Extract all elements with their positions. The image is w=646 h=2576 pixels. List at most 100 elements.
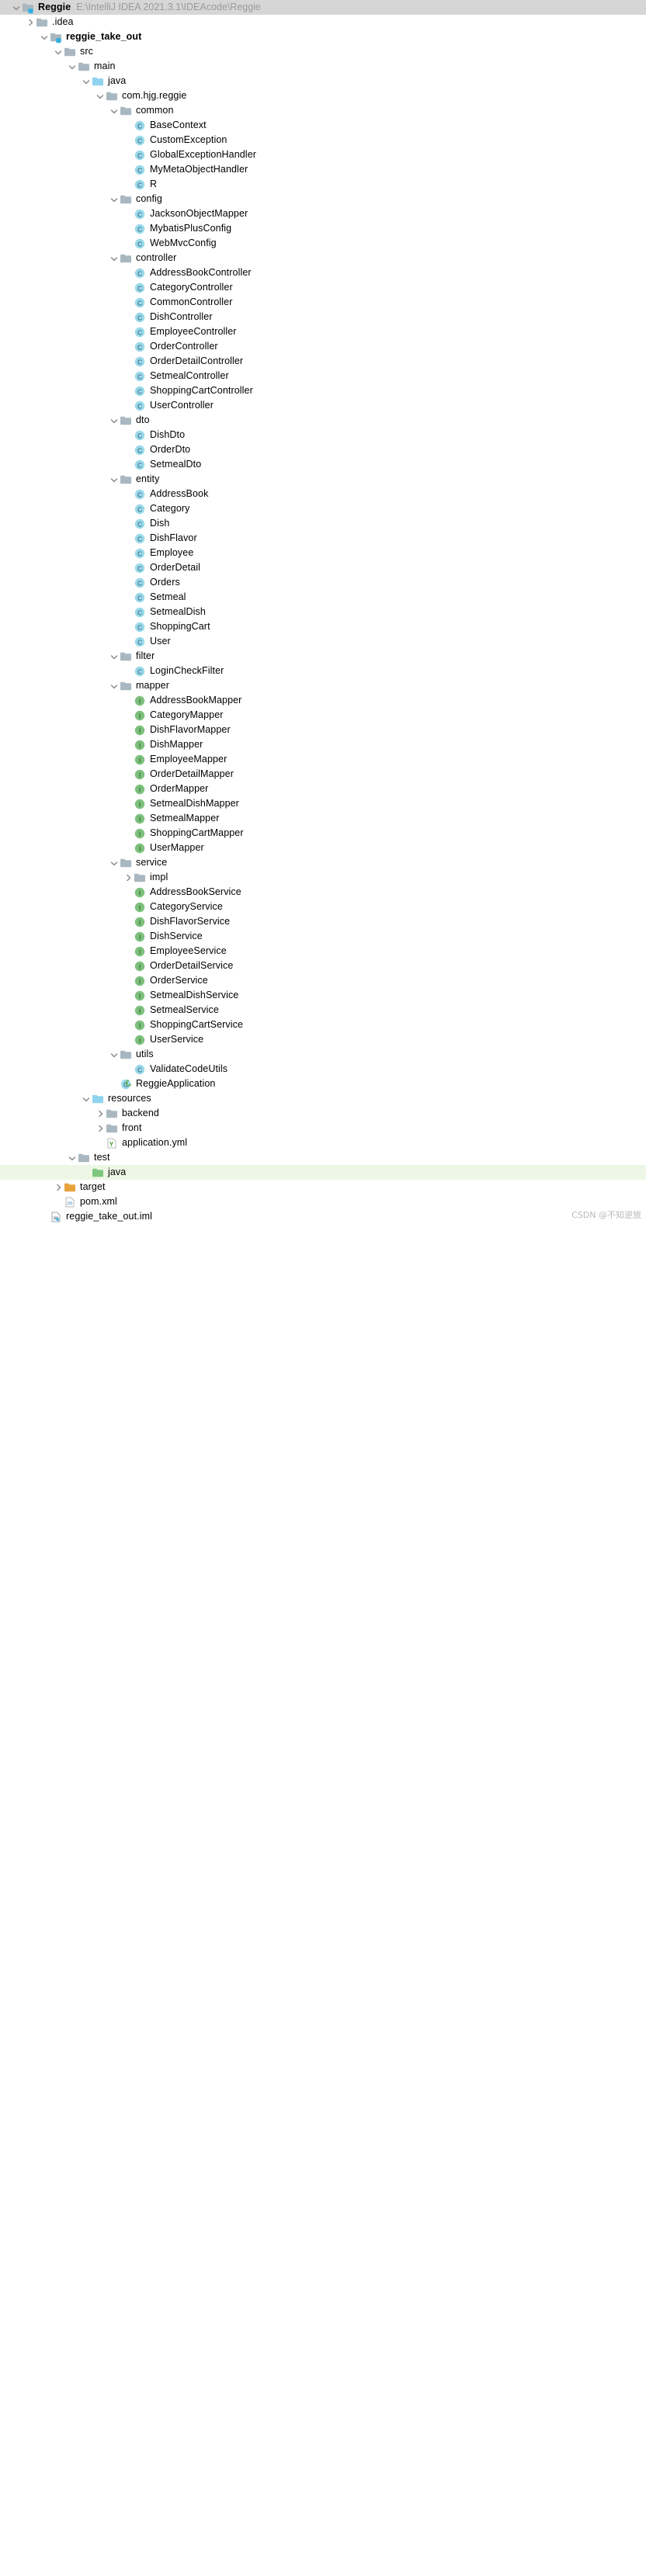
- tree-row[interactable]: test: [0, 1150, 646, 1165]
- chevron-down-icon[interactable]: [109, 678, 119, 693]
- tree-row[interactable]: I EmployeeMapper: [0, 752, 646, 767]
- tree-row[interactable]: C BaseContext: [0, 118, 646, 133]
- tree-row[interactable]: I SetmealService: [0, 1003, 646, 1018]
- tree-row[interactable]: src: [0, 44, 646, 59]
- tree-row[interactable]: I UserService: [0, 1032, 646, 1047]
- tree-row[interactable]: C OrderDetailController: [0, 354, 646, 369]
- tree-row[interactable]: C JacksonObjectMapper: [0, 206, 646, 221]
- tree-row[interactable]: backend: [0, 1106, 646, 1121]
- tree-row[interactable]: application.yml: [0, 1135, 646, 1150]
- tree-row[interactable]: I UserMapper: [0, 841, 646, 855]
- tree-row[interactable]: C DishFlavor: [0, 531, 646, 546]
- tree-row[interactable]: I AddressBookService: [0, 885, 646, 900]
- tree-row[interactable]: resources: [0, 1091, 646, 1106]
- tree-row[interactable]: utils: [0, 1047, 646, 1062]
- tree-row-project-root[interactable]: Reggie E:\IntelliJ IDEA 2021.3.1\IDEAcode…: [0, 0, 646, 15]
- tree-row[interactable]: C SetmealDish: [0, 605, 646, 619]
- tree-row[interactable]: C Orders: [0, 575, 646, 590]
- tree-row[interactable]: C ReggieApplication: [0, 1077, 646, 1091]
- chevron-right-icon[interactable]: [95, 1106, 105, 1121]
- tree-row[interactable]: java: [0, 74, 646, 88]
- tree-row[interactable]: C AddressBookController: [0, 265, 646, 280]
- tree-row[interactable]: C WebMvcConfig: [0, 236, 646, 251]
- tree-row[interactable]: C MybatisPlusConfig: [0, 221, 646, 236]
- tree-row[interactable]: I DishFlavorService: [0, 914, 646, 929]
- tree-row[interactable]: C Dish: [0, 516, 646, 531]
- tree-row[interactable]: I OrderService: [0, 973, 646, 988]
- chevron-right-icon[interactable]: [53, 1180, 63, 1194]
- tree-row[interactable]: C Category: [0, 501, 646, 516]
- tree-row[interactable]: C AddressBook: [0, 487, 646, 501]
- tree-row[interactable]: I DishService: [0, 929, 646, 944]
- tree-row[interactable]: mapper: [0, 678, 646, 693]
- tree-row[interactable]: impl: [0, 870, 646, 885]
- chevron-down-icon[interactable]: [109, 413, 119, 428]
- tree-row[interactable]: I CategoryService: [0, 900, 646, 914]
- tree-row[interactable]: I OrderMapper: [0, 782, 646, 796]
- tree-row[interactable]: C OrderDto: [0, 442, 646, 457]
- tree-row[interactable]: .idea: [0, 15, 646, 29]
- tree-row[interactable]: entity: [0, 472, 646, 487]
- chevron-down-icon[interactable]: [109, 855, 119, 870]
- tree-row[interactable]: C LoginCheckFilter: [0, 664, 646, 678]
- tree-row[interactable]: C OrderController: [0, 339, 646, 354]
- tree-row[interactable]: service: [0, 855, 646, 870]
- tree-row[interactable]: dto: [0, 413, 646, 428]
- chevron-down-icon[interactable]: [109, 192, 119, 206]
- tree-row[interactable]: I OrderDetailMapper: [0, 767, 646, 782]
- tree-row[interactable]: reggie_take_out.iml: [0, 1209, 646, 1224]
- tree-row[interactable]: I AddressBookMapper: [0, 693, 646, 708]
- tree-row[interactable]: C Employee: [0, 546, 646, 560]
- tree-row[interactable]: I SetmealDishService: [0, 988, 646, 1003]
- tree-row[interactable]: m pom.xml: [0, 1194, 646, 1209]
- tree-row[interactable]: config: [0, 192, 646, 206]
- tree-row[interactable]: CR: [0, 177, 646, 192]
- tree-row[interactable]: C ValidateCodeUtils: [0, 1062, 646, 1077]
- tree-row[interactable]: C SetmealDto: [0, 457, 646, 472]
- tree-row[interactable]: main: [0, 59, 646, 74]
- project-tree-panel[interactable]: Reggie E:\IntelliJ IDEA 2021.3.1\IDEAcode…: [0, 0, 646, 1224]
- tree-row[interactable]: java: [0, 1165, 646, 1180]
- tree-row[interactable]: filter: [0, 649, 646, 664]
- tree-row[interactable]: C User: [0, 634, 646, 649]
- chevron-down-icon[interactable]: [95, 88, 105, 103]
- tree-row[interactable]: controller: [0, 251, 646, 265]
- tree-row[interactable]: common: [0, 103, 646, 118]
- tree-row[interactable]: target: [0, 1180, 646, 1194]
- tree-row[interactable]: C DishDto: [0, 428, 646, 442]
- tree-row[interactable]: C CommonController: [0, 295, 646, 310]
- tree-row[interactable]: C MyMetaObjectHandler: [0, 162, 646, 177]
- tree-row[interactable]: I EmployeeService: [0, 944, 646, 959]
- chevron-right-icon[interactable]: [123, 870, 133, 885]
- tree-row[interactable]: com.hjg.reggie: [0, 88, 646, 103]
- tree-row[interactable]: C Setmeal: [0, 590, 646, 605]
- tree-row[interactable]: I ShoppingCartService: [0, 1018, 646, 1032]
- tree-row[interactable]: I DishFlavorMapper: [0, 723, 646, 737]
- tree-row[interactable]: C SetmealController: [0, 369, 646, 383]
- chevron-down-icon[interactable]: [109, 649, 119, 664]
- chevron-down-icon[interactable]: [81, 1091, 91, 1106]
- chevron-down-icon[interactable]: [109, 472, 119, 487]
- chevron-down-icon[interactable]: [109, 103, 119, 118]
- tree-row[interactable]: C EmployeeController: [0, 324, 646, 339]
- chevron-down-icon[interactable]: [81, 74, 91, 88]
- tree-row[interactable]: C GlobalExceptionHandler: [0, 147, 646, 162]
- chevron-down-icon[interactable]: [67, 1150, 77, 1165]
- tree-row[interactable]: C CustomException: [0, 133, 646, 147]
- tree-row[interactable]: C ShoppingCartController: [0, 383, 646, 398]
- tree-row[interactable]: C OrderDetail: [0, 560, 646, 575]
- tree-row[interactable]: reggie_take_out: [0, 29, 646, 44]
- tree-row[interactable]: C CategoryController: [0, 280, 646, 295]
- chevron-right-icon[interactable]: [95, 1121, 105, 1135]
- chevron-down-icon[interactable]: [53, 44, 63, 59]
- chevron-down-icon[interactable]: [67, 59, 77, 74]
- tree-row[interactable]: C UserController: [0, 398, 646, 413]
- tree-row[interactable]: I ShoppingCartMapper: [0, 826, 646, 841]
- tree-row[interactable]: C ShoppingCart: [0, 619, 646, 634]
- tree-row[interactable]: I DishMapper: [0, 737, 646, 752]
- tree-row[interactable]: C DishController: [0, 310, 646, 324]
- chevron-right-icon[interactable]: [25, 15, 35, 29]
- tree-row[interactable]: front: [0, 1121, 646, 1135]
- tree-row[interactable]: I SetmealDishMapper: [0, 796, 646, 811]
- chevron-down-icon[interactable]: [109, 1047, 119, 1062]
